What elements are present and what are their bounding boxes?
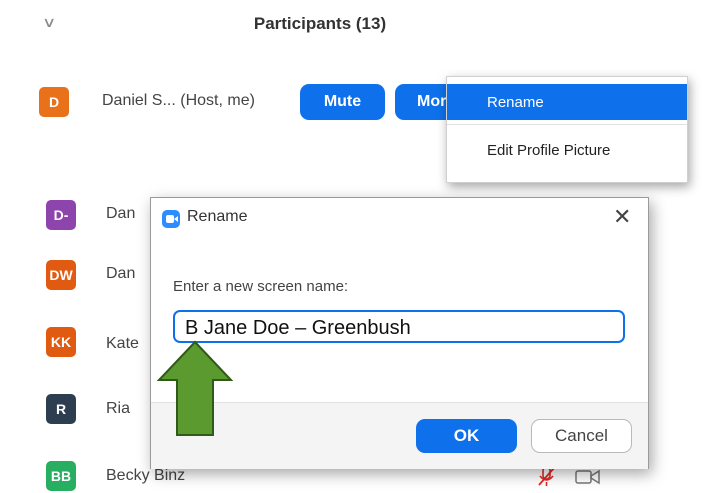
dialog-titlebar: Rename ✕ [151,198,648,236]
zoom-logo-icon [162,210,180,228]
participant-name: Kate [106,335,139,352]
avatar: KK [46,327,76,357]
menu-divider [447,124,687,125]
screen-name-label: Enter a new screen name: [173,278,349,295]
avatar: R [46,394,76,424]
dialog-title: Rename [187,208,248,225]
avatar: DW [46,260,76,290]
participant-name: Becky Binz [106,467,186,484]
menu-item-rename[interactable]: Rename [447,84,687,120]
ok-button[interactable]: OK [416,419,517,453]
participant-name: Dan [106,205,136,222]
panel-header: ∨ Participants (13) [0,0,664,52]
cancel-button[interactable]: Cancel [531,419,632,453]
participant-name-host: Daniel S... (Host, me) [102,92,255,109]
mute-button[interactable]: Mute [300,84,385,120]
video-icon[interactable] [575,468,601,486]
participant-name: Ria [106,400,131,417]
participant-name: Dan [106,265,136,282]
avatar: BB [46,461,76,491]
arrow-up-icon [156,340,234,436]
menu-item-edit-profile-picture[interactable]: Edit Profile Picture [447,132,687,168]
screen-name-input[interactable] [173,310,625,343]
context-menu: Rename Edit Profile Picture [446,76,688,183]
avatar: D [39,87,69,117]
close-icon[interactable]: ✕ [613,204,631,230]
avatar: D- [46,200,76,230]
panel-title: Participants (13) [253,14,387,33]
